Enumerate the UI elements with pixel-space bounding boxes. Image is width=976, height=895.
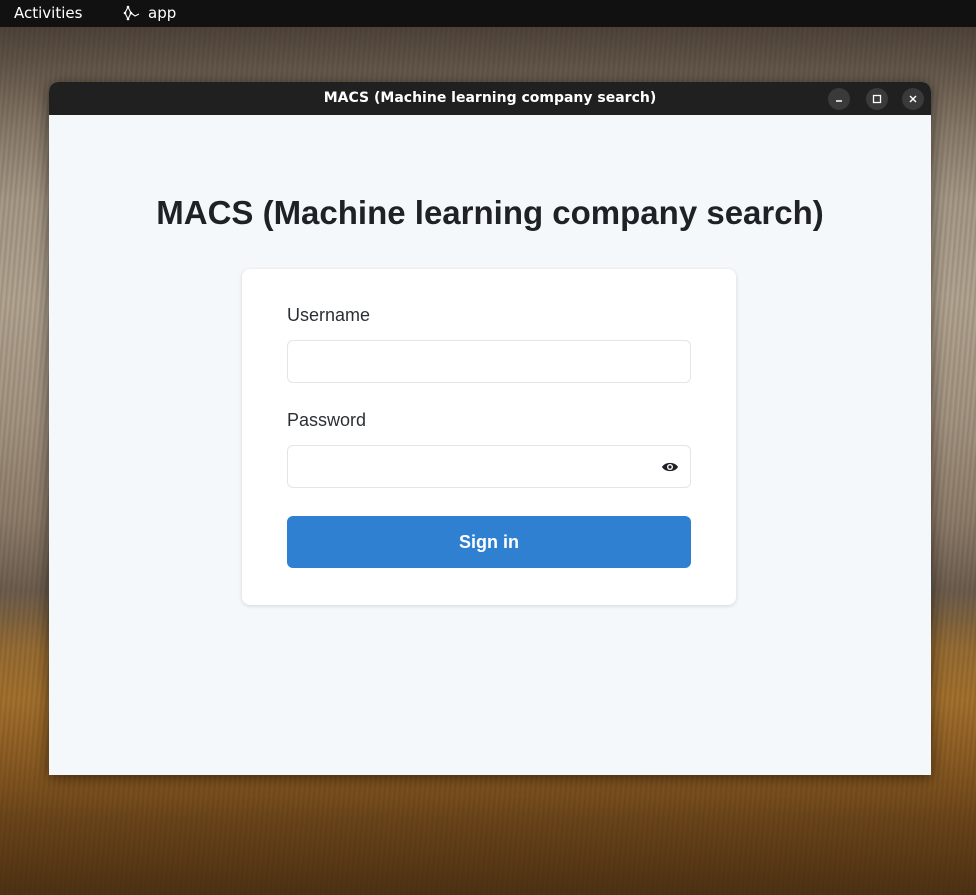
login-card: Username Password Sign in <box>242 269 736 605</box>
username-field-wrapper <box>287 340 691 383</box>
window-title: MACS (Machine learning company search) <box>323 90 657 106</box>
minimize-icon <box>836 100 842 102</box>
username-input[interactable] <box>288 341 690 382</box>
sign-in-button[interactable]: Sign in <box>287 516 691 568</box>
activities-button[interactable]: Activities <box>14 4 82 22</box>
login-page: MACS (Machine learning company search) U… <box>49 115 931 775</box>
username-label: Username <box>287 305 371 325</box>
password-field-wrapper <box>287 445 691 488</box>
maximize-button[interactable] <box>866 88 888 110</box>
maximize-icon <box>872 94 882 104</box>
top-bar: Activities app <box>0 0 976 27</box>
close-icon <box>909 95 917 103</box>
page-title: MACS (Machine learning company search) <box>156 194 824 231</box>
app-icon <box>122 4 142 22</box>
password-label: Password <box>287 410 367 430</box>
minimize-button[interactable] <box>828 88 850 110</box>
show-password-toggle[interactable] <box>661 459 679 475</box>
app-menu[interactable]: app <box>122 4 176 22</box>
password-input[interactable] <box>288 446 690 487</box>
eye-icon <box>662 462 678 472</box>
app-window: MACS (Machine learning company search) M… <box>49 82 931 775</box>
window-titlebar[interactable]: MACS (Machine learning company search) <box>49 82 931 115</box>
close-button[interactable] <box>902 88 924 110</box>
app-label: app <box>148 4 177 22</box>
